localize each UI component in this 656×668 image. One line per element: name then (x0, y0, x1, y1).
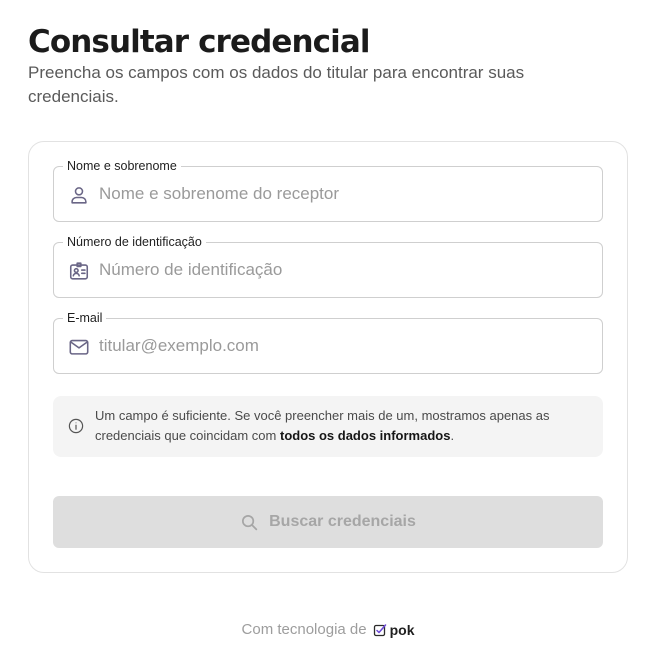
info-notice: Um campo é suficiente. Se você preencher… (53, 396, 603, 457)
email-field[interactable]: E-mail (53, 310, 603, 374)
pok-brand-name: pok (389, 621, 415, 638)
name-input[interactable] (99, 167, 589, 221)
search-icon (240, 513, 259, 532)
user-icon (68, 184, 90, 206)
search-credentials-button[interactable]: Buscar credenciais (53, 496, 603, 548)
id-number-input[interactable] (99, 243, 589, 297)
search-button-label: Buscar credenciais (269, 513, 416, 530)
powered-by-text: Com tecnologia de (241, 621, 367, 638)
mail-icon (68, 336, 90, 358)
pok-logo-icon (373, 623, 387, 637)
name-field[interactable]: Nome e sobrenome (53, 158, 603, 222)
info-icon (68, 418, 84, 434)
page-subtitle: Preencha os campos com os dados do titul… (28, 63, 525, 106)
footer: Com tecnologia de pok (0, 621, 656, 638)
info-text-end: . (450, 427, 455, 443)
search-form-card: Nome e sobrenome Número de identificação… (28, 141, 628, 573)
id-card-icon (68, 260, 90, 282)
pok-brand-link[interactable]: pok (373, 621, 415, 638)
info-text-emphasis: todos os dados informados (279, 427, 451, 443)
email-input[interactable] (99, 319, 589, 373)
id-number-field[interactable]: Número de identificação (53, 234, 603, 298)
info-text: Um campo é suficiente. Se você preencher… (95, 406, 595, 445)
page-title: Consultar credencial (28, 24, 371, 60)
